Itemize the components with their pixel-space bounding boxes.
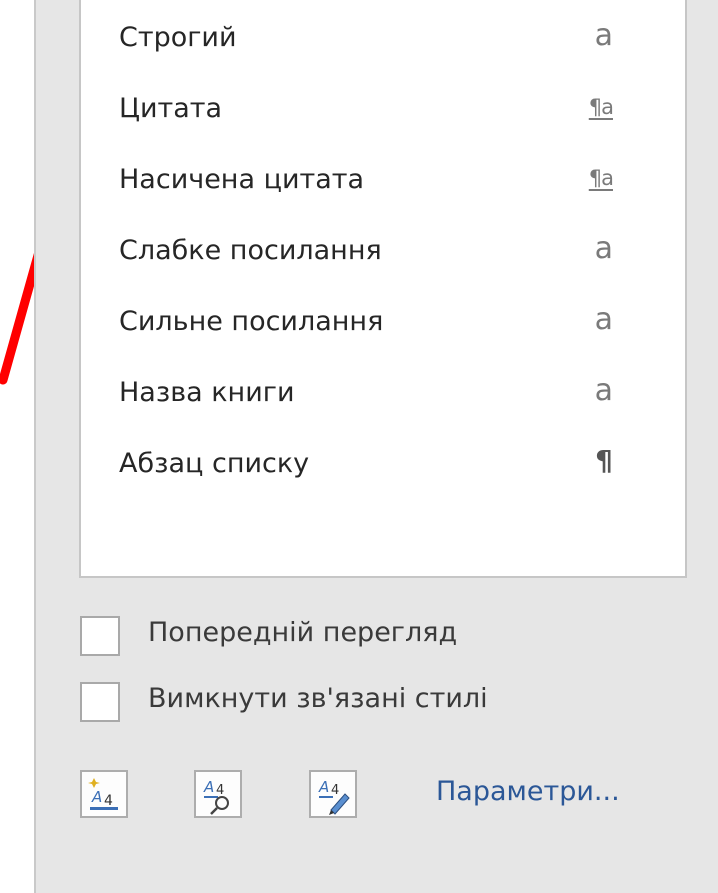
linked-style-icon: ¶a — [588, 95, 614, 119]
style-name: Назва книги — [119, 377, 295, 408]
style-name: Цитата — [119, 93, 223, 124]
style-item-abzats-spysku[interactable]: Абзац списку ¶ — [81, 440, 685, 500]
style-item-strogyi[interactable]: Строгий a — [81, 14, 685, 74]
style-item-sylne-posylannia[interactable]: Сильне посилання a — [81, 298, 685, 358]
disable-linked-styles-label: Вимкнути зв'язані стилі — [148, 683, 488, 714]
style-inspector-button[interactable]: A 4 — [194, 770, 242, 818]
style-item-slabke-posylannia[interactable]: Слабке посилання a — [81, 227, 685, 287]
manage-styles-button[interactable]: A 4 — [309, 770, 357, 818]
style-name: Насичена цитата — [119, 164, 365, 195]
style-name: Строгий — [119, 22, 237, 53]
style-name: Сильне посилання — [119, 306, 384, 337]
style-item-tsytata[interactable]: Цитата ¶a — [81, 85, 685, 145]
new-style-icon: A 4 — [88, 778, 118, 810]
svg-text:4: 4 — [331, 783, 339, 798]
disable-linked-styles-checkbox[interactable] — [80, 682, 120, 722]
character-style-icon: a — [594, 302, 613, 337]
style-name: Слабке посилання — [119, 235, 382, 266]
preview-checkbox[interactable] — [80, 616, 120, 656]
character-style-icon: a — [594, 18, 613, 53]
manage-styles-icon: A 4 — [318, 778, 350, 815]
style-inspector-icon: A 4 — [203, 778, 229, 815]
style-item-nazva-knyhy[interactable]: Назва книги a — [81, 369, 685, 429]
preview-label: Попередній перегляд — [148, 617, 458, 648]
svg-text:4: 4 — [216, 783, 224, 798]
character-style-icon: a — [594, 231, 613, 266]
linked-style-icon: ¶a — [588, 166, 614, 190]
style-item-nasychena-tsytata[interactable]: Насичена цитата ¶a — [81, 156, 685, 216]
svg-text:A: A — [318, 778, 329, 796]
options-link[interactable]: Параметри... — [436, 776, 620, 807]
svg-text:A: A — [91, 788, 102, 806]
character-style-icon: a — [594, 373, 613, 408]
new-style-button[interactable]: A 4 — [80, 770, 128, 818]
styles-list[interactable]: Строгий a Цитата ¶a Насичена цитата ¶a С… — [79, 0, 687, 578]
svg-text:4: 4 — [104, 793, 113, 809]
style-name: Абзац списку — [119, 448, 310, 479]
paragraph-style-icon: ¶ — [595, 444, 613, 477]
svg-text:A: A — [203, 778, 214, 796]
